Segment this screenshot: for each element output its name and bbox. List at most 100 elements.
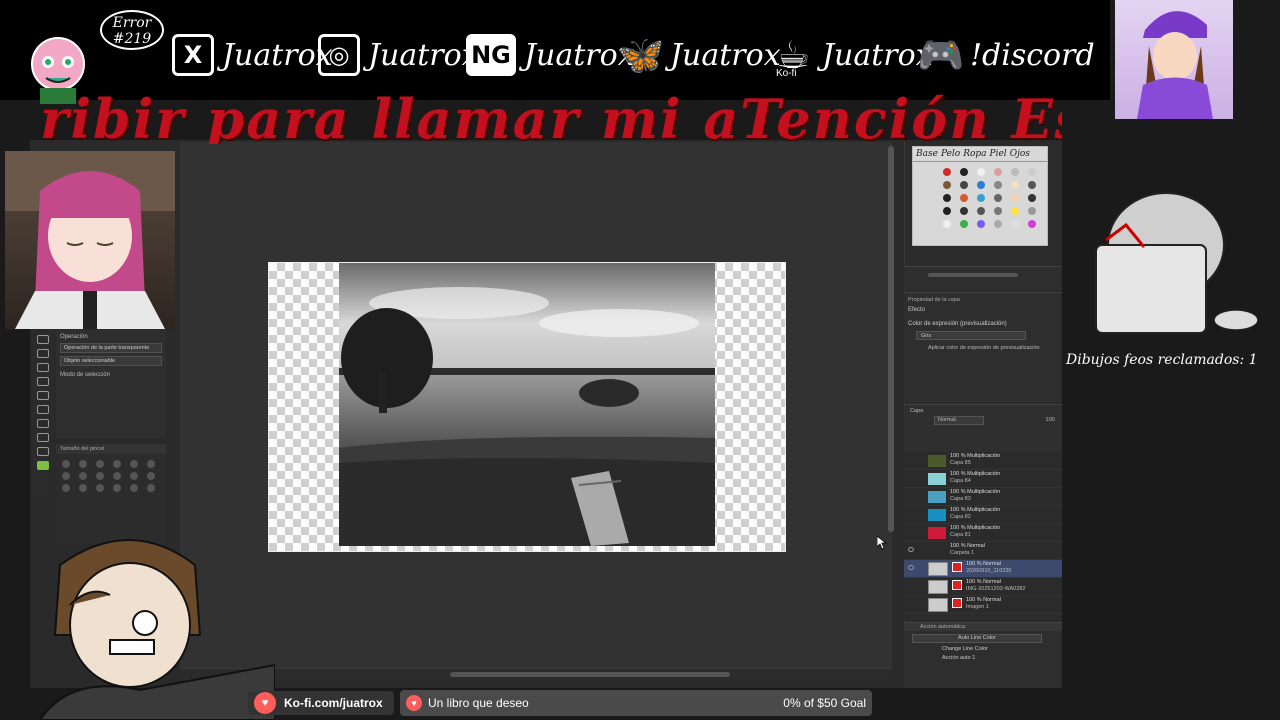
- layer-row[interactable]: 100 % Normal IMG-20251203-WA0282: [904, 578, 1062, 596]
- navigator-zoom-slider[interactable]: [928, 273, 1018, 277]
- palette-swatch[interactable]: [994, 168, 1002, 176]
- palette-tab: Ojos: [1009, 149, 1030, 159]
- palette-swatch[interactable]: [994, 207, 1002, 215]
- brush-size-title: Tamaño del pincel: [56, 444, 166, 454]
- lasso-tool-icon[interactable]: [37, 391, 49, 400]
- palette-swatch[interactable]: [943, 181, 951, 189]
- palette-swatch[interactable]: [1011, 220, 1019, 228]
- brush-size-option[interactable]: [79, 460, 87, 468]
- layer-row[interactable]: 100 % Multiplicación Capa 81: [904, 524, 1062, 542]
- brush-size-option[interactable]: [130, 484, 138, 492]
- layer-folder-row[interactable]: 100 % Normal Carpeta 1: [904, 542, 1062, 560]
- palette-swatch[interactable]: [977, 220, 985, 228]
- palette-swatch[interactable]: [1011, 168, 1019, 176]
- palette-swatch[interactable]: [977, 207, 985, 215]
- social-instagram: ◎ Juatrox: [318, 30, 479, 80]
- layer-row[interactable]: 100 % Multiplicación Capa 85: [904, 452, 1062, 470]
- palette-swatch[interactable]: [1028, 181, 1036, 189]
- auto-action-set-select[interactable]: Auto Line Color: [912, 634, 1042, 643]
- layer-row[interactable]: 100 % Multiplicación Capa 84: [904, 470, 1062, 488]
- palette-swatch[interactable]: [960, 207, 968, 215]
- expression-color-select[interactable]: Gris: [916, 331, 1026, 340]
- layer-row[interactable]: 100 % Multiplicación Capa 83: [904, 488, 1062, 506]
- gamepad-icon: 🎮: [917, 32, 965, 77]
- palette-swatch[interactable]: [1028, 220, 1036, 228]
- palette-swatch[interactable]: [960, 181, 968, 189]
- eraser-tool-icon[interactable]: [37, 447, 49, 456]
- layer-blend-info: 100 % Multiplicación: [950, 471, 1001, 477]
- layer-image-marker-icon: [952, 580, 962, 590]
- palette-swatch[interactable]: [994, 220, 1002, 228]
- brush-size-option[interactable]: [147, 472, 155, 480]
- palette-swatch[interactable]: [960, 220, 968, 228]
- palette-swatch[interactable]: [1028, 194, 1036, 202]
- move-tool-icon[interactable]: [37, 335, 49, 344]
- color-palette-image[interactable]: Base Pelo Ropa Piel Ojos: [912, 146, 1048, 246]
- brush-size-option[interactable]: [62, 472, 70, 480]
- brush-size-option[interactable]: [79, 472, 87, 480]
- brush-size-option[interactable]: [130, 472, 138, 480]
- tool-property-title: Operación: [60, 334, 88, 340]
- layer-name: Carpeta 1: [950, 550, 975, 556]
- social-handle: Juatrox: [822, 37, 933, 73]
- brush-size-option[interactable]: [96, 484, 104, 492]
- main-color-swatch[interactable]: [37, 461, 49, 470]
- layer-row[interactable]: 100 % Multiplicación Capa 82: [904, 506, 1062, 524]
- palette-swatch[interactable]: [960, 194, 968, 202]
- layer-color-swatch: [928, 509, 946, 521]
- layer-row-selected[interactable]: 100 % Normal 20260910_110335: [904, 560, 1062, 578]
- brush-tool-icon[interactable]: [37, 433, 49, 442]
- layer-row[interactable]: 100 % Normal Imagen 1: [904, 596, 1062, 614]
- transparent-part-select[interactable]: Operación de la parte transparente: [60, 343, 162, 353]
- kofi-link-pill[interactable]: ♥ Ko-fi.com/juatrox: [248, 691, 394, 715]
- selectable-object-select[interactable]: Objeto seleccionable: [60, 356, 162, 366]
- visibility-eye-icon[interactable]: [908, 547, 914, 552]
- streamer-avatar-image: [1115, 0, 1233, 119]
- layer-blend-info: 100 % Normal: [966, 561, 1001, 567]
- operation-tool-icon[interactable]: [37, 363, 49, 372]
- layer-property-panel: Propiedad de la capa Efecto Color de exp…: [904, 292, 1062, 402]
- layer-opacity-value[interactable]: 100: [1046, 417, 1055, 423]
- selection-tool-icon[interactable]: [37, 377, 49, 386]
- palette-swatch[interactable]: [1028, 207, 1036, 215]
- palette-swatch[interactable]: [1011, 207, 1019, 215]
- zoom-tool-icon[interactable]: [37, 349, 49, 358]
- auto-action-item[interactable]: Acción auto 1: [904, 652, 1062, 661]
- brush-size-option[interactable]: [96, 472, 104, 480]
- brush-size-option[interactable]: [113, 460, 121, 468]
- palette-swatch[interactable]: [994, 181, 1002, 189]
- palette-swatch[interactable]: [994, 194, 1002, 202]
- canvas-horizontal-scrollbar[interactable]: [450, 672, 730, 677]
- palette-swatch[interactable]: [977, 194, 985, 202]
- text-tool-icon[interactable]: [37, 419, 49, 428]
- layer-color-swatch: [928, 527, 946, 539]
- apply-expression-color-button[interactable]: Aplicar color de expresión de previsuali…: [928, 345, 1058, 351]
- palette-tab: Ropa: [963, 149, 987, 159]
- brush-size-option[interactable]: [96, 460, 104, 468]
- palette-swatch[interactable]: [1028, 168, 1036, 176]
- brush-size-option[interactable]: [130, 460, 138, 468]
- palette-swatch[interactable]: [1011, 194, 1019, 202]
- palette-swatch[interactable]: [977, 181, 985, 189]
- auto-action-item[interactable]: Change Line Color: [904, 643, 1062, 652]
- layer-panel-title: Capa: [910, 408, 924, 414]
- brush-size-option[interactable]: [113, 472, 121, 480]
- canvas-vertical-scrollbar[interactable]: [888, 146, 894, 532]
- brush-size-option[interactable]: [62, 460, 70, 468]
- palette-swatch[interactable]: [943, 168, 951, 176]
- brush-size-option[interactable]: [79, 484, 87, 492]
- palette-swatch[interactable]: [977, 168, 985, 176]
- brush-size-option[interactable]: [62, 484, 70, 492]
- pen-tool-icon[interactable]: [37, 405, 49, 414]
- visibility-eye-icon[interactable]: [908, 565, 914, 570]
- canvas-photo-layer[interactable]: [339, 263, 715, 546]
- palette-swatch[interactable]: [943, 194, 951, 202]
- brush-size-option[interactable]: [113, 484, 121, 492]
- brush-size-option[interactable]: [147, 460, 155, 468]
- palette-swatch[interactable]: [943, 220, 951, 228]
- blend-mode-select[interactable]: Normal: [934, 416, 984, 425]
- palette-swatch[interactable]: [960, 168, 968, 176]
- palette-swatch[interactable]: [943, 207, 951, 215]
- brush-size-option[interactable]: [147, 484, 155, 492]
- palette-swatch[interactable]: [1011, 181, 1019, 189]
